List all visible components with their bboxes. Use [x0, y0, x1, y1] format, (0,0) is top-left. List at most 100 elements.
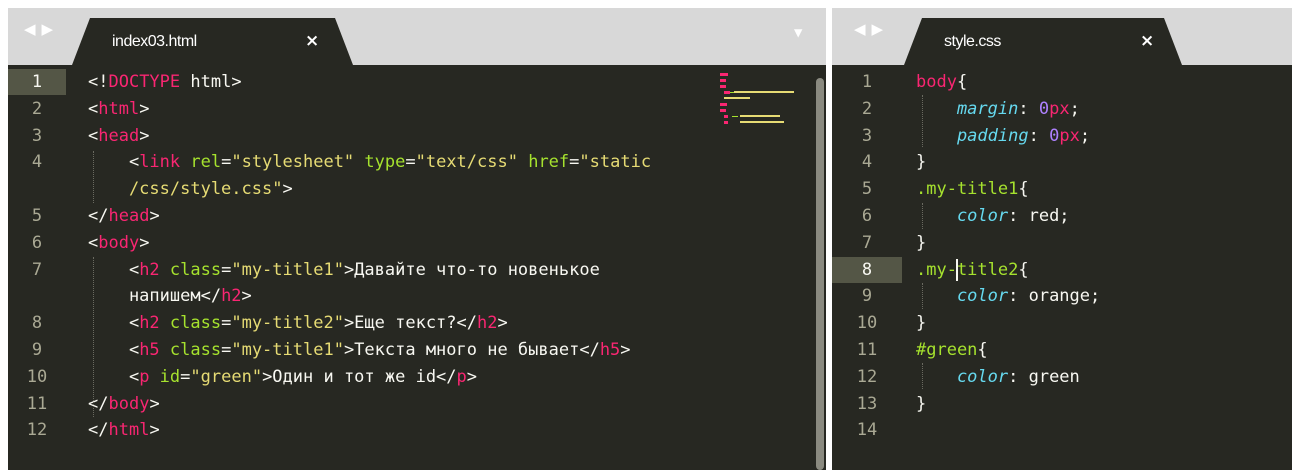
code-line[interactable]: 5 </head>	[8, 203, 826, 229]
line-number: 13	[856, 393, 878, 414]
code-token: <	[88, 259, 140, 280]
code-token: }	[916, 232, 927, 253]
close-icon[interactable]: ×	[1140, 31, 1154, 51]
code-line[interactable]: 7 <h2 class="my-title1">Давайте что-то н…	[8, 257, 826, 283]
vertical-scrollbar[interactable]	[816, 78, 824, 470]
code-line[interactable]: /css/style.css">	[8, 176, 826, 202]
code-token: ;	[1069, 98, 1080, 119]
code-token: href	[517, 152, 570, 173]
code-token: =	[221, 313, 232, 334]
code-text: .my-title1{	[916, 176, 1029, 202]
code-editor[interactable]: 1 body{2 margin: 0px; 3 padding: 0px; 4} 5 .m…	[832, 65, 1292, 470]
nav-back-icon[interactable]: ◀	[854, 20, 866, 38]
code-line[interactable]: 3 <head>	[8, 123, 826, 149]
code-token: color	[916, 286, 1009, 307]
line-number: 6	[861, 206, 873, 226]
code-text: <head>	[88, 123, 149, 149]
code-token: h5	[139, 340, 160, 360]
code-line[interactable]: 3 padding: 0px;	[832, 123, 1292, 149]
minimap[interactable]	[720, 73, 806, 131]
code-text: color: red;	[916, 203, 1070, 229]
code-token: "my-title2"	[231, 313, 344, 334]
code-token: </	[88, 393, 109, 414]
line-number: 3	[861, 125, 873, 146]
code-token: link	[139, 152, 181, 173]
tab-title: index03.html	[112, 33, 197, 50]
indent-guide	[93, 257, 94, 417]
code-token: "green"	[190, 366, 263, 387]
code-token: =	[180, 366, 191, 387]
code-line[interactable]: 9 <h5 class="my-title1">Текста много не …	[8, 337, 826, 363]
line-number: 2	[31, 98, 43, 119]
code-line[interactable]: 4 <link rel="stylesheet" type="text/css"…	[8, 149, 826, 175]
code-line[interactable]: 6 <body>	[8, 230, 826, 256]
code-line[interactable]: 5 .my-title1{	[832, 176, 1292, 202]
code-token: "text/css"	[415, 152, 518, 173]
code-editor[interactable]: 1 <!DOCTYPE html> 2 <html> 3 <head> 4 <link re…	[8, 65, 826, 470]
chevron-down-icon[interactable]: ▼	[794, 25, 802, 41]
code-line[interactable]: 11 #green{	[832, 337, 1292, 363]
code-line[interactable]: 2 margin: 0px;	[832, 96, 1292, 122]
code-token: >	[282, 179, 293, 200]
code-token: >	[139, 125, 150, 146]
code-token: ;	[1079, 125, 1091, 146]
code-line[interactable]: 6 color: red;	[832, 203, 1292, 229]
indent-guide	[93, 151, 94, 203]
code-text: color: orange;	[916, 283, 1100, 309]
nav-forward-icon[interactable]: ▶	[42, 20, 54, 38]
code-token: .my-title2	[916, 259, 1019, 280]
code-token: padding	[916, 125, 1029, 146]
code-token: color	[916, 206, 1009, 226]
line-number: 1	[861, 72, 873, 92]
line-number: 5	[31, 206, 43, 226]
code-token: "my-title1"	[231, 340, 344, 360]
code-line[interactable]: 10}	[832, 310, 1292, 336]
code-token: напишем</	[88, 286, 222, 307]
tab-nav-arrows: ◀ ▶	[854, 20, 883, 38]
code-line[interactable]: 8 <h2 class="my-title2">Еще текст?</h2>	[8, 310, 826, 336]
code-text: }	[916, 149, 926, 175]
code-token: p	[456, 366, 467, 387]
code-text: <h2 class="my-title1">Давайте что-то нов…	[88, 257, 600, 283]
nav-back-icon[interactable]: ◀	[24, 20, 36, 38]
code-line[interactable]: 1 body{	[832, 69, 1292, 95]
close-icon[interactable]: ×	[305, 31, 319, 51]
code-line[interactable]: 14	[832, 417, 1292, 443]
code-token: head	[98, 125, 140, 146]
line-number: 7	[31, 259, 43, 280]
code-token: class	[159, 313, 222, 334]
code-token: #green	[916, 340, 978, 360]
line-number: 9	[31, 340, 43, 360]
code-token: type	[354, 152, 406, 173]
code-token: /css/style.css"	[88, 179, 283, 200]
code-line[interactable]: 9 color: orange;	[832, 283, 1292, 309]
code-line[interactable]: напишем</h2>	[8, 283, 826, 309]
code-token: head	[108, 206, 150, 226]
indent-guide	[922, 95, 923, 147]
code-token: h5	[599, 340, 621, 360]
code-line[interactable]: 11 </body>	[8, 391, 826, 417]
code-line[interactable]: 2 <html>	[8, 96, 826, 122]
code-token: 0	[1038, 98, 1050, 119]
code-token: px	[1059, 125, 1080, 146]
code-token: : red;	[1008, 206, 1070, 226]
code-line[interactable]: 13}	[832, 391, 1292, 417]
tab-style-css[interactable]: style.css ×	[904, 18, 1182, 65]
code-token: >	[139, 98, 150, 119]
tab-index03-html[interactable]: index03.html ×	[72, 18, 353, 65]
code-line[interactable]: 7}	[832, 230, 1292, 256]
code-token: rel	[180, 152, 222, 173]
nav-forward-icon[interactable]: ▶	[872, 20, 884, 38]
code-line[interactable]: 10 <p id="green">Один и тот же id</p>	[8, 364, 826, 390]
code-line[interactable]: 1 <!DOCTYPE html>	[8, 69, 826, 95]
code-token: >Текста много не бывает</	[343, 340, 600, 360]
code-text: margin: 0px;	[916, 96, 1080, 122]
code-line[interactable]: 12 </html>	[8, 417, 826, 443]
code-token: }	[916, 393, 927, 414]
code-line[interactable]: 8 .my-title2{	[832, 256, 1292, 283]
code-token: :	[1018, 98, 1039, 119]
code-token: id	[149, 366, 181, 387]
code-token: body	[98, 232, 140, 253]
code-line[interactable]: 12 color: green	[832, 364, 1292, 390]
code-line[interactable]: 4}	[832, 149, 1292, 175]
